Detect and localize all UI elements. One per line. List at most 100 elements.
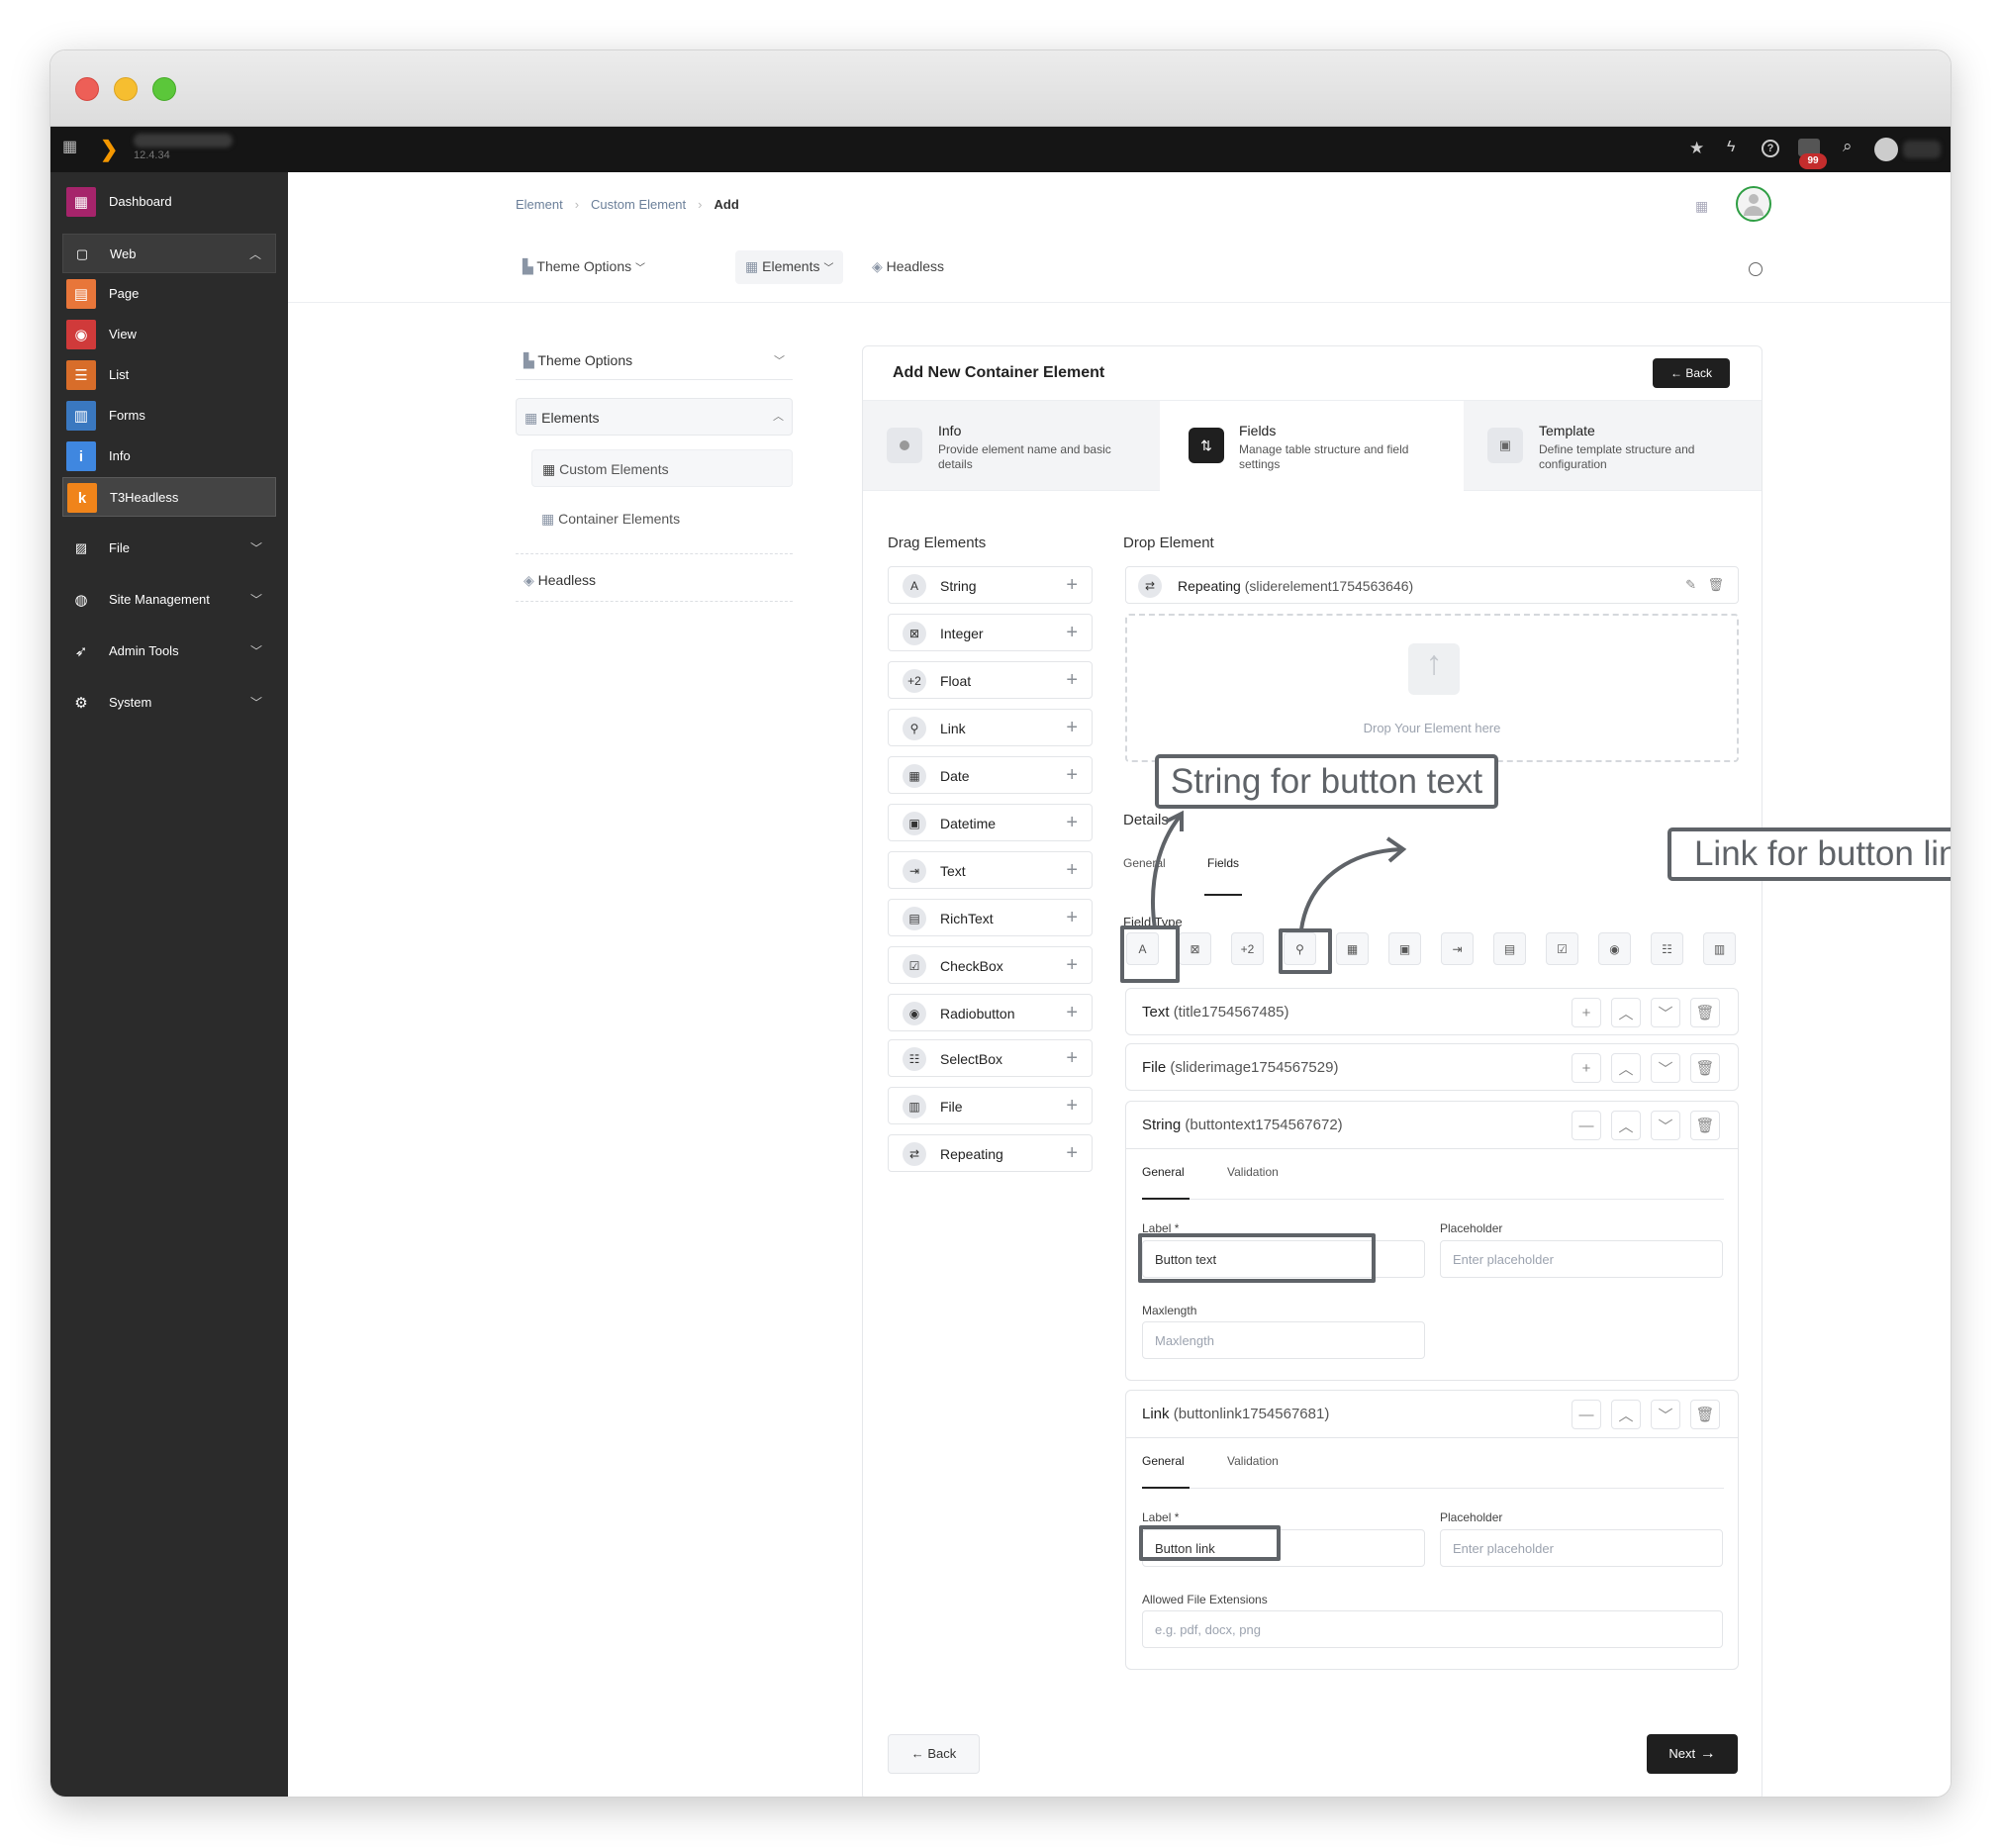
trash-icon[interactable]: 🗑 (1690, 1400, 1720, 1429)
minimize-window-button[interactable] (114, 77, 138, 101)
plus-icon[interactable]: + (1066, 567, 1078, 603)
field-type-selectbox[interactable]: ☷ (1651, 932, 1683, 965)
drag-item-float[interactable]: +2 Float + (888, 661, 1093, 699)
move-up-icon[interactable]: ︿ (1611, 1111, 1641, 1140)
typo3-logo-icon[interactable]: ❯ (100, 137, 124, 162)
drag-item-richtext[interactable]: ▤ RichText + (888, 899, 1093, 936)
string-tab-validation[interactable]: Validation (1227, 1165, 1279, 1179)
field-type-datetime[interactable]: ▣ (1388, 932, 1421, 965)
plus-icon[interactable]: + (1066, 947, 1078, 983)
module-theme-options[interactable]: ▙ Theme Options ﹀ (523, 258, 645, 275)
edit-icon[interactable]: ✎ (1685, 577, 1696, 593)
collapse-minus-icon[interactable]: — (1572, 1400, 1601, 1429)
plus-icon[interactable]: + (1066, 615, 1078, 650)
drag-item-integer[interactable]: ⊠ Integer + (888, 614, 1093, 651)
link-tab-general[interactable]: General (1142, 1454, 1185, 1468)
breadcrumb-custom-element[interactable]: Custom Element (591, 197, 686, 212)
breadcrumb-element[interactable]: Element (516, 197, 563, 212)
collapse-minus-icon[interactable]: — (1572, 1111, 1601, 1140)
sidebar-item-view[interactable]: ◉ View (62, 315, 276, 354)
step-template[interactable]: ▣ Template Define template structure and… (1464, 401, 1762, 492)
close-window-button[interactable] (75, 77, 99, 101)
plus-icon[interactable]: + (1066, 1040, 1078, 1076)
leftnav-headless[interactable]: ◈ Headless (516, 558, 793, 602)
bookmark-star-icon[interactable]: ★ (1689, 139, 1704, 158)
expand-plus-icon[interactable]: + (1572, 998, 1601, 1027)
user-avatar[interactable] (1736, 186, 1771, 222)
leftnav-theme-options[interactable]: ▙ Theme Options ﹀ (516, 340, 793, 380)
plus-icon[interactable]: + (1066, 662, 1078, 698)
module-headless[interactable]: ◈ Headless (872, 258, 944, 275)
status-circle-icon[interactable] (1749, 262, 1763, 276)
plus-icon[interactable]: + (1066, 995, 1078, 1030)
back-button-top[interactable]: ← Back (1653, 358, 1730, 388)
next-button[interactable]: Next → (1647, 1734, 1738, 1774)
move-down-icon[interactable]: ﹀ (1651, 1400, 1680, 1429)
sidebar-item-file[interactable]: ▨ File ﹀ (62, 529, 276, 568)
trash-icon[interactable]: 🗑 (1690, 1111, 1720, 1140)
plus-icon[interactable]: + (1066, 900, 1078, 935)
sidebar-item-site-management[interactable]: ◍ Site Management ﹀ (62, 580, 276, 620)
move-down-icon[interactable]: ﹀ (1651, 998, 1680, 1027)
field-type-checkbox[interactable]: ☑ (1546, 932, 1578, 965)
layout-grid-icon[interactable]: ▦ (1695, 198, 1708, 215)
drag-item-radiobutton[interactable]: ◉ Radiobutton + (888, 994, 1093, 1031)
allowed-extensions-input[interactable]: e.g. pdf, docx, png (1142, 1610, 1723, 1648)
leftnav-container-elements[interactable]: ▦ Container Elements (541, 511, 680, 528)
sidebar-item-dashboard[interactable]: ▦ Dashboard (62, 182, 276, 222)
help-icon[interactable]: ? (1762, 140, 1779, 157)
details-tab-fields[interactable]: Fields (1207, 856, 1239, 870)
sidebar-item-web[interactable]: ▢ Web ︿ (62, 234, 276, 273)
step-info[interactable]: Info Provide element name and basic deta… (863, 401, 1160, 492)
move-down-icon[interactable]: ﹀ (1651, 1053, 1680, 1083)
repeating-element-header[interactable]: ⇄ Repeating (sliderelement1754563646) ✎ … (1125, 566, 1739, 604)
link-tab-validation[interactable]: Validation (1227, 1454, 1279, 1468)
field-type-radiobutton[interactable]: ◉ (1598, 932, 1631, 965)
move-down-icon[interactable]: ﹀ (1651, 1111, 1680, 1140)
drag-item-repeating[interactable]: ⇄ Repeating + (888, 1134, 1093, 1172)
plus-icon[interactable]: + (1066, 1088, 1078, 1123)
plus-icon[interactable]: + (1066, 757, 1078, 793)
field-type-integer[interactable]: ⊠ (1179, 932, 1211, 965)
step-fields[interactable]: ⇅ Fields Manage table structure and fiel… (1160, 401, 1464, 492)
drag-item-checkbox[interactable]: ☑ CheckBox + (888, 946, 1093, 984)
trash-icon[interactable]: 🗑 (1690, 998, 1720, 1027)
sidebar-item-page[interactable]: ▤ Page (62, 274, 276, 314)
flash-icon[interactable]: ϟ (1727, 139, 1735, 156)
drag-item-text[interactable]: ⇥ Text + (888, 851, 1093, 889)
move-up-icon[interactable]: ︿ (1611, 1400, 1641, 1429)
plus-icon[interactable]: + (1066, 1135, 1078, 1171)
field-type-float[interactable]: +2 (1231, 932, 1264, 965)
move-up-icon[interactable]: ︿ (1611, 998, 1641, 1027)
sidebar-item-system[interactable]: ⚙ System ﹀ (62, 683, 276, 723)
drag-item-link[interactable]: ⚲ Link + (888, 709, 1093, 746)
field-type-file[interactable]: ▥ (1703, 932, 1736, 965)
module-elements[interactable]: ▦ Elements ﹀ (735, 250, 844, 284)
leftnav-elements[interactable]: ▦ Elements ︿ (516, 398, 793, 436)
sidebar-item-t3headless[interactable]: k T3Headless (62, 477, 276, 517)
sidebar-item-admin-tools[interactable]: ➶ Admin Tools ﹀ (62, 632, 276, 671)
apps-grid-icon[interactable]: ▦ (62, 139, 80, 156)
drop-zone[interactable]: ↑ Drop Your Element here (1125, 614, 1739, 762)
details-tab-general[interactable]: General (1123, 856, 1166, 870)
expand-plus-icon[interactable]: + (1572, 1053, 1601, 1083)
plus-icon[interactable]: + (1066, 852, 1078, 888)
drag-item-selectbox[interactable]: ☷ SelectBox + (888, 1039, 1093, 1077)
leftnav-custom-elements[interactable]: ▦ Custom Elements (531, 449, 793, 487)
field-type-text[interactable]: ⇥ (1441, 932, 1474, 965)
string-tab-general[interactable]: General (1142, 1165, 1185, 1179)
sidebar-item-info[interactable]: i Info (62, 437, 276, 476)
sidebar-item-forms[interactable]: ▥ Forms (62, 396, 276, 436)
string-maxlength-input[interactable]: Maxlength (1142, 1321, 1425, 1359)
drag-item-string[interactable]: A String + (888, 566, 1093, 604)
move-up-icon[interactable]: ︿ (1611, 1053, 1641, 1083)
link-placeholder-input[interactable]: Enter placeholder (1440, 1529, 1723, 1567)
search-icon[interactable]: ⌕ (1843, 137, 1853, 156)
string-placeholder-input[interactable]: Enter placeholder (1440, 1240, 1723, 1278)
maximize-window-button[interactable] (152, 77, 176, 101)
user-avatar-icon[interactable] (1874, 138, 1898, 161)
back-button-footer[interactable]: ← Back (888, 1734, 980, 1774)
drag-item-file[interactable]: ▥ File + (888, 1087, 1093, 1124)
field-type-richtext[interactable]: ▤ (1493, 932, 1526, 965)
drag-item-date[interactable]: ▦ Date + (888, 756, 1093, 794)
